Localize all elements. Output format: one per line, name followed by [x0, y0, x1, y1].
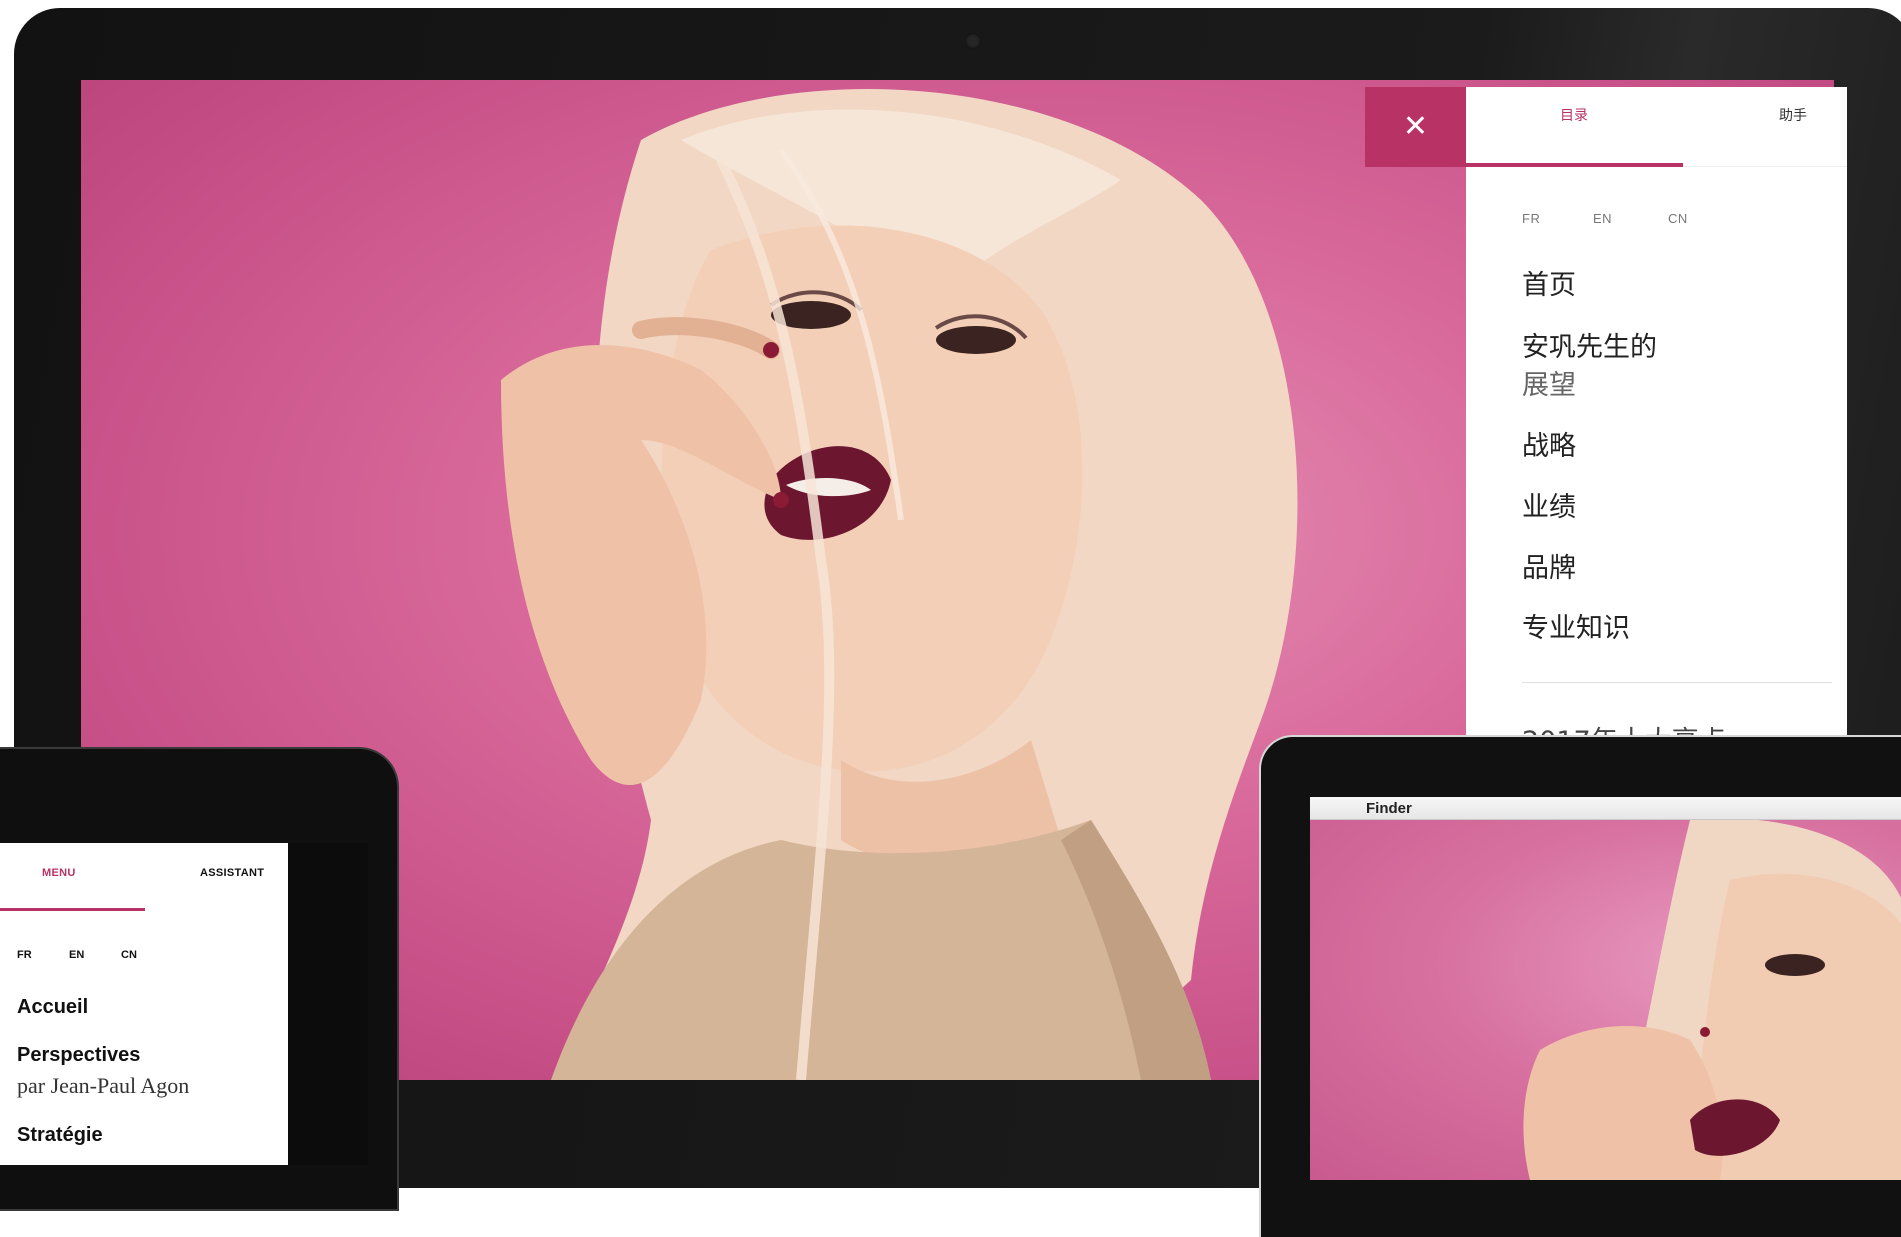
tab-contents[interactable]: 目录 — [1560, 105, 1588, 125]
tablet-language-en[interactable]: EN — [69, 949, 84, 961]
laptop-model-illustration — [1523, 820, 1901, 1180]
tablet-nav-item-strategy[interactable]: Stratégie — [17, 1124, 103, 1147]
mac-menu-bar: Finder — [1310, 797, 1901, 820]
nav-item-home[interactable]: 首页 — [1522, 267, 1576, 305]
close-icon: ✕ — [1402, 110, 1429, 143]
tablet-active-tab-indicator — [0, 908, 145, 911]
laptop-screen-image — [1310, 820, 1901, 1180]
nav-item-vision[interactable]: 安巩先生的 — [1522, 329, 1657, 367]
tablet-screen-edge — [288, 843, 368, 1165]
tablet-nav-item-perspectives-sub[interactable]: par Jean-Paul Agon — [17, 1073, 189, 1099]
language-cn[interactable]: CN — [1668, 211, 1688, 226]
close-button[interactable]: ✕ — [1365, 87, 1466, 167]
tablet-menu-panel: MENU ASSISTANT FR EN CN Accueil Perspect… — [0, 843, 288, 1165]
tablet-language-cn[interactable]: CN — [121, 949, 137, 961]
tablet-nav-item-home[interactable]: Accueil — [17, 996, 88, 1019]
language-fr[interactable]: FR — [1522, 211, 1540, 226]
navigation-drawer: 目录 助手 FR EN CN 首页 安巩先生的 展望 战略 业绩 品牌 专业知识… — [1466, 87, 1847, 737]
nav-item-brands[interactable]: 品牌 — [1522, 550, 1576, 588]
tablet-tab-menu[interactable]: MENU — [42, 867, 76, 879]
nav-item-strategy[interactable]: 战略 — [1522, 428, 1576, 466]
tablet-tab-assistant[interactable]: ASSISTANT — [200, 867, 264, 879]
nav-item-expertise[interactable]: 专业知识 — [1522, 610, 1630, 648]
menubar-app-name[interactable]: Finder — [1366, 800, 1412, 817]
tablet-nav-item-perspectives[interactable]: Perspectives — [17, 1044, 140, 1067]
nav-item-highlights[interactable]: 2017年十大亮点 — [1522, 719, 1726, 737]
drawer-divider — [1522, 682, 1832, 683]
nav-item-vision-sub[interactable]: 展望 — [1522, 367, 1576, 405]
active-tab-indicator — [1466, 163, 1683, 167]
tab-assistant[interactable]: 助手 — [1779, 105, 1807, 125]
camera-dot — [965, 33, 981, 49]
language-en[interactable]: EN — [1593, 211, 1612, 226]
tablet-language-fr[interactable]: FR — [17, 949, 32, 961]
nav-item-results[interactable]: 业绩 — [1522, 489, 1576, 527]
